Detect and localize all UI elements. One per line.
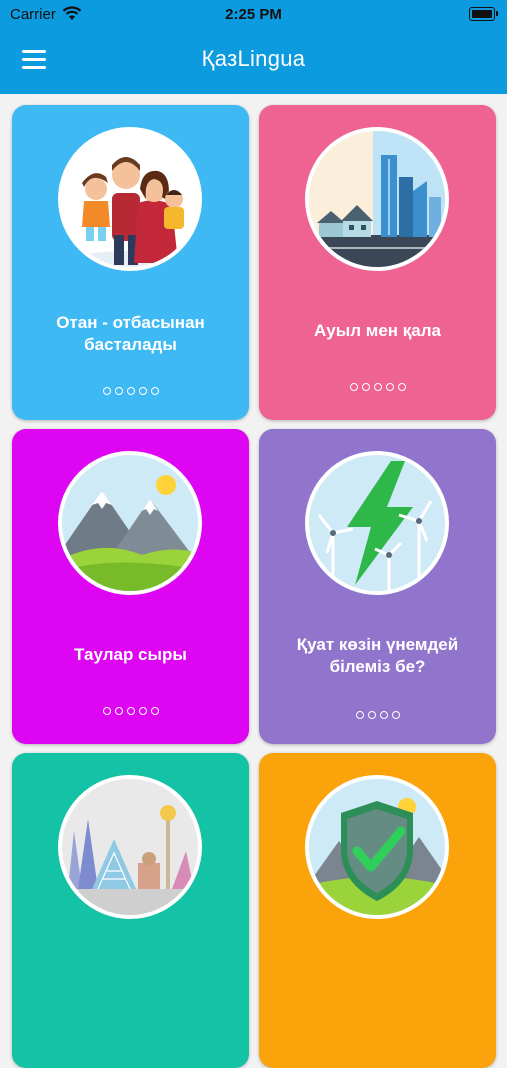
card-title: Отан - отбасынан басталады <box>56 313 205 354</box>
progress-dots <box>12 707 249 715</box>
progress-dot <box>391 711 400 719</box>
progress-dot <box>126 707 135 715</box>
lesson-card-village-city[interactable]: Ауыл мен қала <box>259 105 496 420</box>
progress-dot <box>114 387 123 395</box>
wind-energy-illustration-icon <box>305 451 449 595</box>
card-title: Таулар сыры <box>74 645 187 664</box>
progress-dots <box>12 387 249 395</box>
app-title: ҚазLingua <box>201 46 306 71</box>
progress-dot <box>126 387 135 395</box>
progress-dot <box>373 383 382 391</box>
lesson-card-astana[interactable] <box>12 753 249 1068</box>
astana-city-illustration-icon <box>58 775 202 919</box>
progress-dot <box>379 711 388 719</box>
progress-dot <box>367 711 376 719</box>
progress-dots <box>259 711 496 719</box>
lesson-card-mountains[interactable]: Таулар сыры <box>12 429 249 744</box>
progress-dot <box>150 707 159 715</box>
lesson-card-shield[interactable] <box>259 753 496 1068</box>
status-bar: Carrier 2:25 PM <box>0 0 507 28</box>
family-illustration-icon <box>58 127 202 271</box>
shield-check-illustration-icon <box>305 775 449 919</box>
progress-dot <box>355 711 364 719</box>
progress-dot <box>385 383 394 391</box>
progress-dot <box>102 387 111 395</box>
progress-dot <box>102 707 111 715</box>
lesson-card-energy[interactable]: Қуат көзін үнемдей білеміз бе? <box>259 429 496 744</box>
progress-dot <box>150 387 159 395</box>
progress-dot <box>114 707 123 715</box>
app-header: Carrier 2:25 PM ҚазLingua <box>0 0 507 94</box>
lesson-card-family[interactable]: Отан - отбасынан басталады <box>12 105 249 420</box>
progress-dot <box>361 383 370 391</box>
card-title: Қуат көзін үнемдей білеміз бе? <box>296 635 459 676</box>
progress-dot <box>397 383 406 391</box>
progress-dot <box>349 383 358 391</box>
progress-dot <box>138 387 147 395</box>
card-title: Ауыл мен қала <box>313 321 441 340</box>
progress-dot <box>138 707 147 715</box>
battery-icon <box>469 7 498 21</box>
progress-dots <box>259 383 496 391</box>
village-city-illustration-icon <box>305 127 449 271</box>
mountains-illustration-icon <box>58 451 202 595</box>
status-time: 2:25 PM <box>225 6 282 23</box>
